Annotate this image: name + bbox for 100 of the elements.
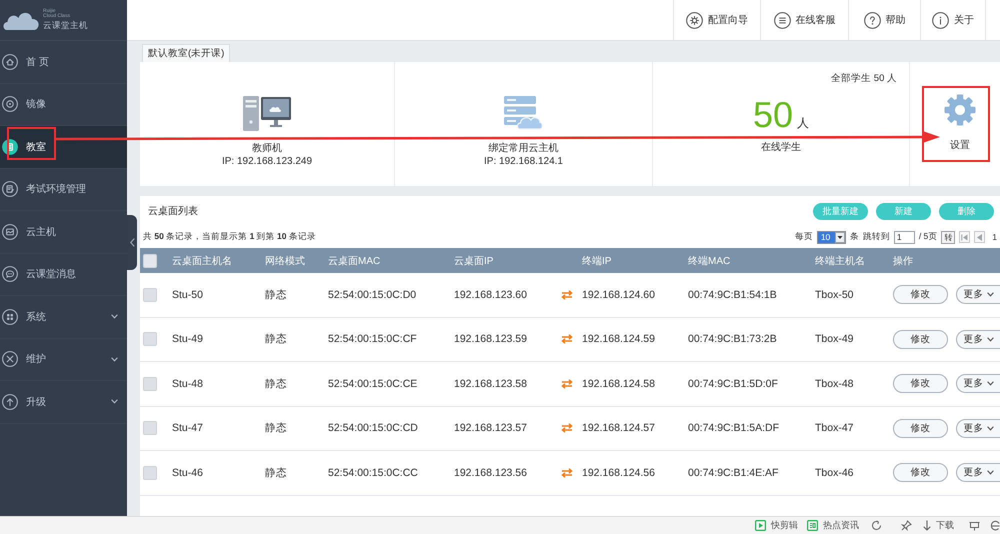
desktop-mac-cell: 52:54:00:15:0C:CF	[328, 333, 417, 346]
column-header: 云桌面MAC	[328, 254, 380, 268]
play-square-icon	[755, 520, 766, 531]
go-button[interactable]: 转	[941, 230, 956, 244]
page-number[interactable]: 1	[992, 232, 997, 242]
first-page-button[interactable]	[959, 231, 970, 243]
cloud-logo-icon	[2, 10, 40, 30]
record-info-text: 共 50 条记录，当前显示第 1 到第 10 条记录	[143, 231, 316, 243]
per-page-select[interactable]: 10	[816, 230, 846, 244]
more-button[interactable]: 更多	[956, 285, 1000, 304]
jump-label: 跳转到	[862, 231, 890, 243]
network-mode-cell: 静态	[265, 466, 287, 480]
row-checkbox[interactable]	[143, 332, 157, 346]
collapse-handle[interactable]	[127, 215, 137, 270]
tab[interactable]: 默认教室(未开课)	[142, 44, 230, 62]
terminal-mac-cell: 00:74:9C:B1:5D:0F	[688, 378, 778, 390]
edit-button[interactable]: 修改	[893, 374, 948, 394]
host-name-cell: Stu-49	[172, 333, 203, 346]
teacher-ip-text: IP: 192.168.123.249	[222, 155, 312, 168]
nav-item[interactable]: 首 页	[0, 41, 127, 84]
e-shape-icon[interactable]	[990, 520, 1000, 531]
previous-page-icon	[977, 234, 982, 240]
host-name-cell: Stu-48	[172, 378, 203, 390]
toolbar-button[interactable]: 帮助	[848, 0, 920, 40]
desktop-ip-cell: 192.168.123.56	[454, 466, 527, 479]
more-button[interactable]: 更多	[956, 374, 1000, 394]
edit-button[interactable]: 修改	[893, 330, 948, 349]
status-item[interactable]: 下载	[923, 519, 954, 532]
nav-item[interactable]: 系统	[0, 296, 127, 338]
grid-icon	[2, 308, 18, 325]
settings-button[interactable]: 设置	[944, 94, 976, 152]
home-icon	[2, 54, 18, 70]
chevron-down-icon	[111, 399, 118, 404]
nav-item[interactable]: 教室	[0, 126, 127, 168]
gear-icon	[944, 94, 976, 126]
online-students-label: 在线学生	[761, 141, 801, 154]
per-page-unit: 条	[850, 231, 859, 243]
column-header: 终端MAC	[688, 254, 730, 268]
caret-icon	[834, 232, 845, 242]
column-header: 终端IP	[582, 254, 612, 268]
board-on-stand-icon[interactable]	[969, 520, 980, 530]
desktop-mac-cell: 52:54:00:15:0C:CC	[328, 466, 418, 479]
swap-arrows-icon	[561, 378, 573, 389]
circle-arrow-icon[interactable]	[871, 520, 882, 531]
cloud-host-ip-text: IP: 192.168.124.1	[484, 155, 563, 168]
computer-icon	[243, 96, 291, 131]
app-title: 云课堂主机	[43, 20, 88, 31]
total-students-text: 全部学生 50 人	[831, 72, 897, 85]
toolbar-button[interactable]: 在线客服	[760, 0, 848, 40]
desktop-ip-cell: 192.168.123.57	[454, 422, 527, 434]
swap-arrows-icon	[561, 334, 573, 344]
nav-item[interactable]: 考试环境管理	[0, 168, 127, 211]
terminal-mac-cell: 00:74:9C:B1:73:2B	[688, 333, 777, 346]
online-count: 50	[752, 97, 794, 133]
more-button[interactable]: 更多	[956, 463, 1000, 482]
download-icon	[923, 520, 931, 531]
pin-icon[interactable]	[901, 520, 912, 531]
edit-button[interactable]: 修改	[893, 463, 948, 482]
network-mode-cell: 静态	[265, 421, 287, 436]
page-input[interactable]: 1	[894, 230, 915, 244]
previous-page-button[interactable]	[974, 231, 986, 243]
toolbar-button[interactable]: 关于	[920, 0, 985, 40]
nav-item[interactable]: 升级	[0, 381, 127, 424]
row-checkbox[interactable]	[143, 288, 157, 302]
terminal-name-cell: Tbox-47	[815, 422, 854, 434]
terminal-ip-cell: 192.168.124.60	[582, 288, 655, 301]
desktop-ip-cell: 192.168.123.58	[454, 378, 527, 390]
book-icon	[2, 138, 18, 155]
desktop-ip-cell: 192.168.123.59	[454, 333, 527, 346]
help-icon	[864, 12, 880, 28]
desktop-mac-cell: 52:54:00:15:0C:CD	[328, 422, 418, 434]
nav-item[interactable]: 维护	[0, 338, 127, 381]
nav-item[interactable]: 云课堂消息	[0, 254, 127, 296]
edit-button[interactable]: 修改	[893, 285, 948, 304]
edit-button[interactable]: 修改	[893, 418, 948, 438]
terminal-mac-cell: 00:74:9C:B1:54:1B	[688, 288, 777, 301]
list-title: 云桌面列表	[148, 204, 198, 218]
row-checkbox[interactable]	[143, 466, 157, 480]
arrow-up-icon	[2, 394, 18, 410]
terminal-mac-cell: 00:74:9C:B1:5A:DF	[688, 422, 780, 434]
row-checkbox[interactable]	[143, 421, 157, 436]
chevron-down-icon	[986, 292, 994, 298]
column-header: 云桌面IP	[454, 254, 494, 268]
toolbar-button[interactable]: 配置向导	[673, 0, 760, 40]
chevron-down-icon	[111, 314, 118, 320]
total-pages-text: / 5页	[918, 231, 938, 243]
list-icon	[774, 12, 790, 28]
terminal-ip-cell: 192.168.124.58	[582, 378, 655, 390]
monitor-icon	[2, 224, 18, 240]
status-item[interactable]: 热点资讯	[807, 519, 859, 532]
teacher-machine-label: 教师机	[252, 142, 282, 155]
status-item[interactable]: 快剪辑	[755, 519, 798, 532]
terminal-ip-cell: 192.168.124.56	[582, 466, 655, 479]
column-header: 云桌面主机名	[172, 254, 232, 268]
more-button[interactable]: 更多	[956, 418, 1000, 438]
more-button[interactable]: 更多	[956, 330, 1000, 349]
row-checkbox[interactable]	[143, 376, 157, 391]
select-all-checkbox[interactable]	[143, 254, 157, 268]
network-mode-cell: 静态	[265, 376, 287, 391]
network-mode-cell: 静态	[265, 288, 287, 302]
